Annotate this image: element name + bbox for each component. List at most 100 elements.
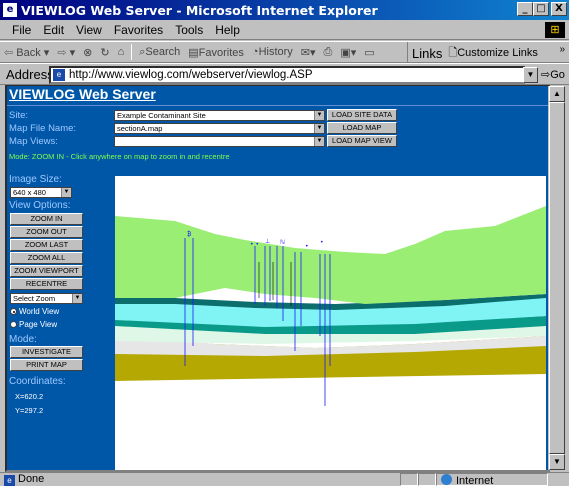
svg-text:⊥: ⊥ — [265, 238, 270, 245]
zoom-all-button[interactable]: ZOOM ALL — [10, 252, 83, 264]
links-label[interactable]: Links — [412, 46, 442, 61]
cross-section-map[interactable]: ₿ • • ⊥ ℕ • • — [115, 176, 546, 470]
menu-file[interactable]: File — [6, 23, 37, 37]
window-title: VIEWLOG Web Server - Microsoft Internet … — [21, 2, 378, 18]
security-zone: Internet — [436, 473, 548, 486]
status-cell-2 — [418, 473, 436, 486]
vertical-scrollbar[interactable]: ▲ ▼ — [548, 86, 565, 470]
print-map-button[interactable]: PRINT MAP — [10, 359, 83, 371]
mail-button[interactable]: ✉▾ — [297, 46, 320, 59]
svg-text:• •: • • — [250, 241, 259, 248]
status-bar: e Done Internet — [0, 472, 569, 486]
toolbar-separator — [131, 44, 133, 60]
customize-links-link[interactable]: 🗋Customize Links — [448, 44, 538, 63]
cross-section-map-image[interactable]: ₿ • • ⊥ ℕ • • — [115, 176, 546, 470]
site-label: Site: — [9, 110, 29, 121]
stop-icon[interactable]: ⊗ — [79, 46, 96, 59]
standard-toolbar: ⇦ Back ▾ ⇨ ▾ ⊗ ↻ ⌂ ⌕Search ▤Favorites ◔H… — [0, 41, 569, 64]
minimize-button[interactable]: _ — [517, 2, 533, 16]
edit-icon[interactable]: ▣▾ — [336, 46, 360, 59]
map-file-select[interactable]: sectionA.map ▼ — [114, 123, 325, 134]
svg-text:₿: ₿ — [187, 231, 192, 238]
investigate-button[interactable]: INVESTIGATE — [10, 346, 83, 358]
favorites-icon: ▤ — [188, 46, 199, 59]
load-map-view-button[interactable]: LOAD MAP VIEW — [327, 135, 397, 147]
address-dropdown-button[interactable]: ▼ — [523, 67, 538, 83]
close-button[interactable]: X — [551, 2, 567, 16]
radio-empty-icon — [10, 321, 17, 328]
scroll-up-button[interactable]: ▲ — [549, 86, 565, 102]
menu-view[interactable]: View — [70, 23, 108, 37]
chevron-down-icon: ▼ — [61, 188, 71, 197]
x-coordinate: X=620.2 — [15, 392, 44, 401]
recentre-button[interactable]: RECENTRE — [10, 278, 83, 290]
y-coordinate: Y=297.2 — [15, 406, 44, 415]
address-label: Address — [6, 67, 54, 82]
image-size-label: Image Size: — [9, 174, 62, 185]
chevron-down-icon: ▼ — [314, 124, 324, 133]
history-button[interactable]: ◔History — [248, 46, 297, 58]
page-view-radio[interactable]: Page View — [10, 320, 57, 329]
svg-text:•: • — [320, 239, 324, 246]
address-input[interactable]: e http://www.viewlog.com/webserver/viewl… — [49, 66, 525, 84]
globe-icon — [441, 474, 452, 485]
favorites-button[interactable]: ▤Favorites — [184, 46, 248, 59]
search-button[interactable]: ⌕Search — [135, 46, 184, 59]
svg-text:ℕ: ℕ — [280, 239, 285, 246]
zoom-last-button[interactable]: ZOOM LAST — [10, 239, 83, 251]
status-cell-1 — [400, 473, 418, 486]
page-title[interactable]: VIEWLOG Web Server — [9, 86, 156, 102]
select-zoom-dropdown[interactable]: Select Zoom ▼ — [10, 293, 83, 304]
back-arrow-icon: ⇦ — [4, 46, 14, 59]
view-options-label: View Options: — [9, 200, 71, 211]
map-views-select[interactable]: ▼ — [114, 136, 325, 147]
svg-text:•: • — [305, 243, 309, 250]
load-map-button[interactable]: LOAD MAP — [327, 122, 397, 134]
mail-icon: ✉ — [300, 46, 311, 59]
zoom-in-button[interactable]: ZOOM IN — [10, 213, 83, 225]
go-arrow-icon: ⇨ — [541, 69, 551, 81]
site-select[interactable]: Example Contaminant Site ▼ — [114, 110, 325, 121]
back-button[interactable]: ⇦ Back ▾ — [0, 46, 53, 59]
toolbar-overflow-chevron[interactable]: » — [559, 44, 565, 55]
menu-help[interactable]: Help — [209, 23, 246, 37]
discuss-icon[interactable]: ▭ — [360, 46, 378, 59]
forward-button[interactable]: ⇨ ▾ — [53, 46, 79, 59]
zoom-out-button[interactable]: ZOOM OUT — [10, 226, 83, 238]
chevron-down-icon: ▼ — [314, 111, 324, 120]
menu-bar: File Edit View Favorites Tools Help ⊞ — [0, 20, 569, 40]
chevron-down-icon: ▼ — [314, 137, 324, 146]
map-file-label: Map File Name: — [9, 123, 77, 134]
image-size-select[interactable]: 640 x 480 ▼ — [10, 187, 72, 198]
world-view-radio[interactable]: World View — [10, 307, 59, 316]
scroll-down-button[interactable]: ▼ — [549, 454, 565, 470]
print-icon[interactable]: ⎙ — [320, 46, 337, 59]
coordinates-label: Coordinates: — [9, 376, 66, 387]
mode-label: Mode: — [9, 334, 37, 345]
links-bar: Links 🗋Customize Links — [407, 42, 538, 64]
scroll-thumb[interactable] — [549, 102, 565, 454]
ie-app-icon: e — [3, 3, 17, 17]
maximize-button[interactable]: □ — [533, 2, 549, 16]
refresh-icon[interactable]: ↻ — [96, 46, 113, 59]
menu-favorites[interactable]: Favorites — [108, 23, 169, 37]
zoom-viewport-button[interactable]: ZOOM VIEWPORT — [10, 265, 83, 277]
history-icon: ◔ — [251, 46, 259, 58]
address-bar: Address e http://www.viewlog.com/webserv… — [0, 63, 569, 85]
menu-tools[interactable]: Tools — [169, 23, 209, 37]
status-text: e Done — [4, 473, 44, 486]
address-url[interactable]: http://www.viewlog.com/webserver/viewlog… — [69, 69, 313, 81]
home-icon[interactable]: ⌂ — [114, 46, 129, 58]
page-done-icon: e — [4, 475, 15, 486]
mode-status-text: Mode: ZOOM IN - Click anywhere on map to… — [9, 152, 230, 161]
load-site-data-button[interactable]: LOAD SITE DATA — [327, 109, 397, 121]
go-button[interactable]: ⇨Go — [541, 68, 565, 81]
menu-edit[interactable]: Edit — [37, 23, 70, 37]
chevron-down-icon: ▼ — [72, 294, 82, 303]
page-content: VIEWLOG Web Server Site: Example Contami… — [7, 86, 548, 470]
windows-logo-icon: ⊞ — [545, 22, 565, 38]
window-controls: _ □ X — [517, 2, 567, 16]
radio-selected-icon — [10, 308, 17, 315]
map-views-label: Map Views: — [9, 136, 58, 147]
forward-arrow-icon: ⇨ — [57, 46, 67, 59]
